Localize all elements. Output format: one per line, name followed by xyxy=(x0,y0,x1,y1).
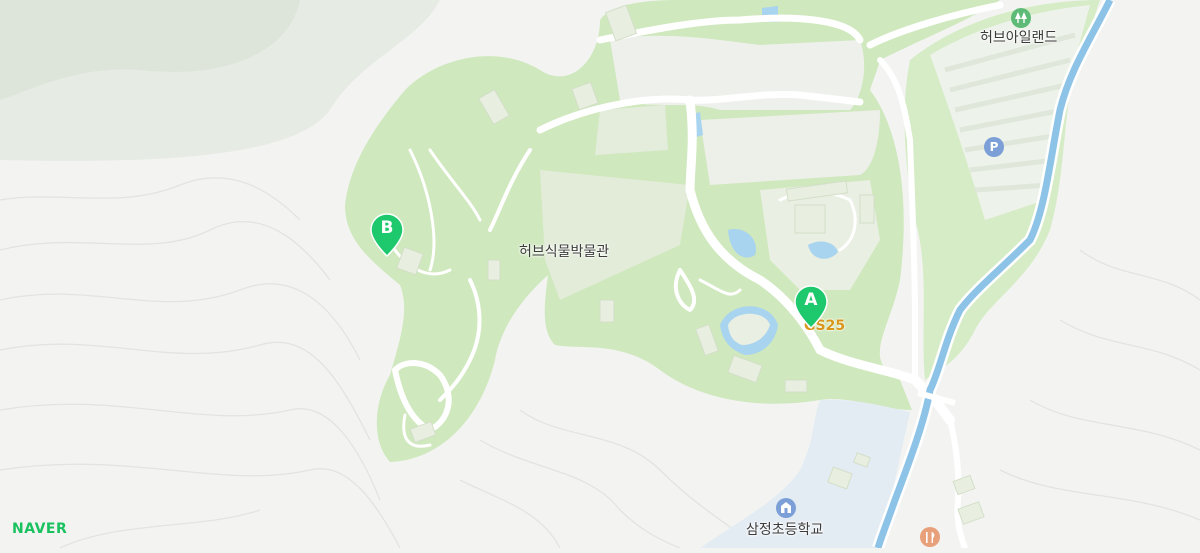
marker-a[interactable]: A xyxy=(793,284,829,330)
restaurant-icon[interactable] xyxy=(920,527,940,547)
greenhouse xyxy=(595,105,668,155)
marker-b[interactable]: B xyxy=(369,212,405,258)
school-label[interactable]: 삼정초등학교 xyxy=(746,519,823,539)
school-icon[interactable] xyxy=(776,498,796,518)
naver-logo[interactable]: NAVER xyxy=(12,521,67,537)
museum-label[interactable]: 허브식물박물관 xyxy=(519,241,609,261)
tree-icon[interactable] xyxy=(1011,8,1031,28)
parking-icon[interactable]: P xyxy=(984,137,1004,157)
marker-a-letter: A xyxy=(804,290,818,310)
herb-island-label[interactable]: 허브아일랜드 xyxy=(980,27,1057,47)
marker-b-letter: B xyxy=(380,218,394,238)
map-canvas[interactable] xyxy=(0,0,1200,548)
plaza xyxy=(700,110,880,185)
